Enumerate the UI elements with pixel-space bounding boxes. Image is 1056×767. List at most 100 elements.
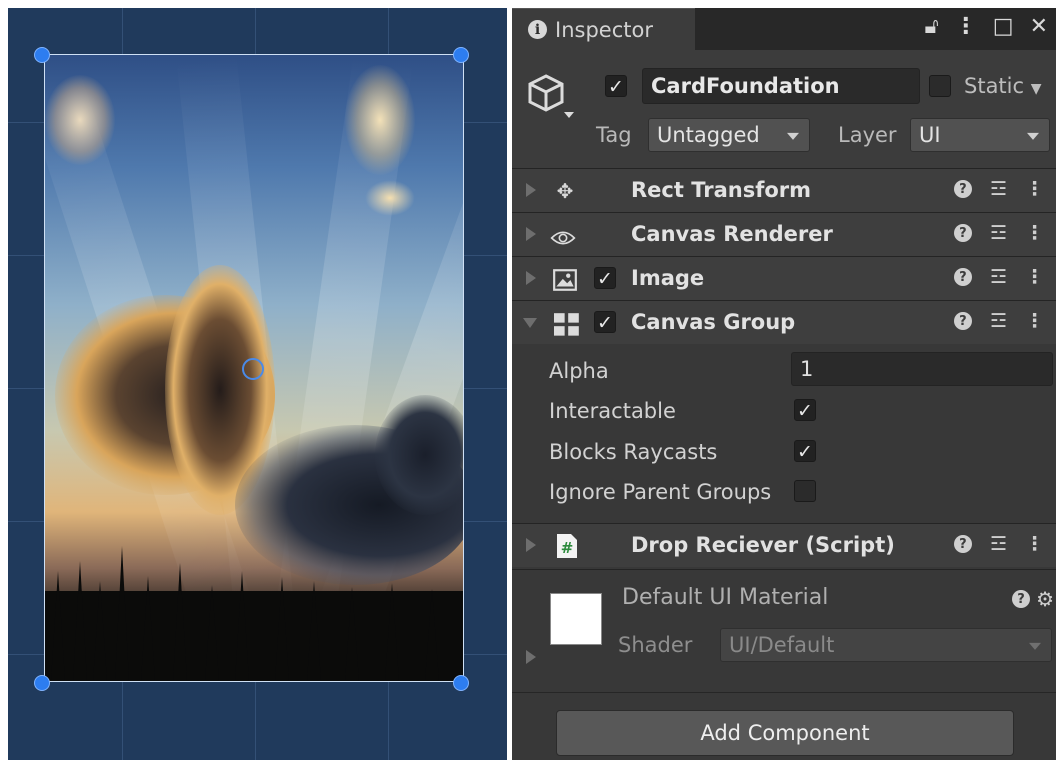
tree (115, 546, 129, 681)
layer-label: Layer (838, 123, 897, 147)
gameobject-active-checkbox[interactable]: ✓ (605, 75, 627, 98)
svg-text:#: # (561, 539, 574, 557)
help-icon[interactable]: ? (953, 535, 972, 553)
alpha-label: Alpha (549, 359, 609, 383)
component-drop-reciever-script[interactable]: # Drop Reciever (Script) ? ☲ ⋮ (512, 523, 1056, 567)
more-icon[interactable]: ⋮ (955, 14, 977, 39)
component-canvas-renderer[interactable]: Canvas Renderer ? ☲ ⋮ (512, 212, 1056, 256)
gameobject-cube-icon[interactable] (526, 72, 574, 122)
foldout-arrow-icon[interactable] (523, 318, 537, 328)
help-icon[interactable]: ? (953, 312, 972, 330)
divider (512, 692, 1056, 693)
script-icon: # (557, 534, 577, 558)
component-actions: ? ☲ ⋮ (953, 222, 1044, 244)
layer-dropdown[interactable]: UI (910, 118, 1050, 152)
component-title: Canvas Group (631, 310, 796, 334)
chevron-down-icon (1029, 642, 1041, 650)
lock-icon[interactable]: 🔓︎ (925, 14, 939, 39)
component-title: Rect Transform (631, 178, 812, 202)
component-enabled-checkbox[interactable]: ✓ (594, 311, 616, 334)
interactable-label: Interactable (549, 399, 676, 423)
maximize-icon[interactable]: □ (993, 14, 1014, 39)
foldout-arrow-icon[interactable] (526, 650, 536, 664)
tab-inspector-label: Inspector (555, 17, 653, 42)
material-swatch[interactable] (550, 593, 602, 645)
blocks-raycasts-checkbox[interactable]: ✓ (794, 440, 816, 463)
rect-handle-top-left[interactable] (34, 47, 50, 63)
component-actions: ? ☲ ⋮ (953, 266, 1044, 288)
tree (275, 577, 289, 681)
inspector-tab-bar: i Inspector 🔓︎ ⋮ □ ✕ (512, 8, 1056, 50)
more-icon[interactable]: ⋮ (1025, 222, 1044, 244)
rect-handle-bottom-right[interactable] (453, 675, 469, 691)
shader-label: Shader (618, 633, 693, 657)
close-icon[interactable]: ✕ (1030, 14, 1048, 39)
help-icon[interactable]: ? (1012, 590, 1031, 608)
tree (73, 561, 87, 681)
layer-value: UI (919, 123, 941, 147)
foldout-arrow-icon[interactable] (526, 227, 536, 241)
gear-icon[interactable]: ⚙ (1036, 587, 1054, 611)
interactable-checkbox[interactable]: ✓ (794, 399, 816, 422)
component-title: Canvas Renderer (631, 222, 833, 246)
foldout-arrow-icon[interactable] (526, 538, 536, 552)
add-component-button[interactable]: Add Component (556, 710, 1014, 756)
tree (385, 583, 399, 681)
presets-icon[interactable]: ☲ (990, 178, 1007, 200)
alpha-field[interactable]: 1 (791, 352, 1053, 386)
scene-view[interactable] (8, 8, 507, 760)
info-icon: i (528, 20, 547, 39)
foldout-arrow-icon[interactable] (526, 183, 536, 197)
foldout-arrow-icon[interactable] (526, 271, 536, 285)
component-enabled-checkbox[interactable]: ✓ (594, 267, 616, 290)
tree (307, 581, 321, 681)
more-icon[interactable]: ⋮ (1025, 310, 1044, 332)
shader-value: UI/Default (729, 633, 835, 657)
material-actions: ? ⚙ (1012, 587, 1054, 611)
tag-dropdown[interactable]: Untagged (648, 118, 810, 152)
tree (235, 571, 249, 681)
more-icon[interactable]: ⋮ (1025, 266, 1044, 288)
tree (93, 581, 107, 681)
canvas-group-icon (554, 313, 579, 336)
tree (425, 589, 439, 681)
more-icon[interactable]: ⋮ (1025, 178, 1044, 200)
cloud (365, 180, 415, 216)
ignore-parent-groups-checkbox[interactable] (794, 480, 816, 502)
shader-dropdown[interactable]: UI/Default (720, 628, 1052, 662)
presets-icon[interactable]: ☲ (990, 533, 1007, 555)
tab-inspector[interactable]: i Inspector (512, 8, 695, 50)
chevron-down-icon (1027, 132, 1039, 140)
tree (141, 576, 155, 681)
component-image[interactable]: ✓ Image ? ☲ ⋮ (512, 256, 1056, 300)
tree (51, 571, 65, 681)
help-icon[interactable]: ? (953, 180, 972, 198)
static-dropdown[interactable]: Static ▼ (964, 74, 1042, 98)
inspector-panel: i Inspector 🔓︎ ⋮ □ ✕ ✓ CardFoundation St… (512, 8, 1056, 760)
help-icon[interactable]: ? (953, 224, 972, 242)
tree (345, 587, 359, 681)
window-controls: 🔓︎ ⋮ □ ✕ (925, 14, 1049, 39)
more-icon[interactable]: ⋮ (1025, 533, 1044, 555)
presets-icon[interactable]: ☲ (990, 222, 1007, 244)
tree (173, 563, 187, 681)
presets-icon[interactable]: ☲ (990, 266, 1007, 288)
rect-handle-top-right[interactable] (453, 47, 469, 63)
component-actions: ? ☲ ⋮ (953, 178, 1044, 200)
presets-icon[interactable]: ☲ (990, 310, 1007, 332)
component-actions: ? ☲ ⋮ (953, 533, 1044, 555)
static-checkbox[interactable] (929, 75, 951, 97)
gameobject-name-field[interactable]: CardFoundation (642, 68, 920, 104)
chevron-down-icon: ▼ (1030, 81, 1042, 97)
component-rect-transform[interactable]: ✥ Rect Transform ? ☲ ⋮ (512, 168, 1056, 212)
tag-label: Tag (596, 123, 632, 147)
eye-icon (550, 231, 576, 245)
pivot-handle[interactable] (242, 358, 264, 380)
help-icon[interactable]: ? (953, 268, 972, 286)
component-actions: ? ☲ ⋮ (953, 310, 1044, 332)
cloud (45, 75, 115, 165)
component-canvas-group[interactable]: ✓ Canvas Group ? ☲ ⋮ (512, 300, 1056, 344)
cloud (375, 395, 463, 515)
component-title: Image (631, 266, 705, 290)
rect-handle-bottom-left[interactable] (34, 675, 50, 691)
